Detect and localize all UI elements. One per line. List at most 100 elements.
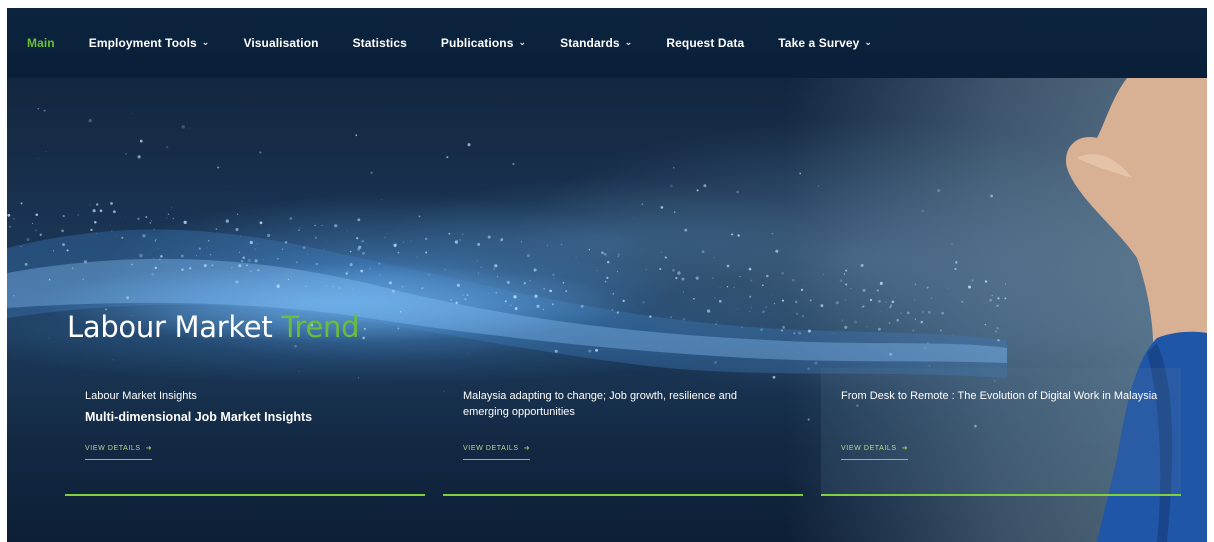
particle-dot: [26, 238, 30, 241]
particle-dot: [198, 247, 201, 250]
nav-item-visualisation[interactable]: Visualisation: [243, 36, 318, 50]
hero-title-accent: Trend: [281, 310, 360, 344]
nav-item-take-a-survey[interactable]: Take a Survey ⌄: [778, 36, 872, 50]
particle-dot: [254, 259, 258, 263]
particle-dot: [403, 241, 404, 243]
particle-dot: [378, 262, 381, 265]
particle-dot: [622, 299, 625, 302]
particle-dot: [477, 272, 479, 274]
particle-dot: [939, 329, 943, 332]
particle-dot: [357, 218, 361, 222]
nav-item-standards[interactable]: Standards ⌄: [560, 36, 632, 50]
particle-dot: [888, 322, 891, 324]
particle-dot: [616, 311, 620, 314]
particle-dot: [421, 287, 424, 290]
particle-dot: [906, 311, 910, 315]
feature-card[interactable]: Labour Market Insights Multi-dimensional…: [65, 368, 425, 496]
particle-dot: [818, 185, 820, 187]
particle-dot: [529, 279, 531, 282]
particle-dot: [369, 267, 371, 270]
particle-dot: [180, 244, 182, 245]
view-details-label: VIEW DETAILS: [463, 445, 519, 452]
particle-dot: [951, 321, 953, 323]
particle-dot: [294, 344, 297, 348]
particle-dot: [595, 348, 599, 352]
particle-dot: [751, 307, 753, 309]
particle-dot: [696, 189, 699, 192]
particle-dot: [48, 337, 50, 339]
particle-dot: [649, 315, 652, 318]
particle-dot: [209, 253, 212, 256]
particle-dot: [660, 251, 662, 253]
arrow-right-icon: ➜: [523, 445, 531, 452]
particle-dot: [845, 283, 848, 286]
particle-dot: [450, 299, 453, 301]
particle-dot: [149, 222, 151, 224]
feature-card[interactable]: From Desk to Remote : The Evolution of D…: [821, 368, 1181, 496]
particle-dot: [62, 215, 65, 218]
particle-dot: [151, 272, 155, 276]
particle-dot: [914, 299, 916, 301]
particle-dot: [235, 280, 239, 284]
particle-dot: [684, 228, 688, 232]
particle-dot: [153, 258, 154, 260]
particle-dot: [749, 295, 752, 298]
view-details-link[interactable]: VIEW DETAILS ➜: [463, 444, 531, 460]
particle-dot: [494, 264, 498, 268]
particle-dot: [841, 319, 844, 322]
particle-dot: [188, 267, 192, 270]
particle-dot: [920, 320, 923, 324]
particle-dot: [228, 186, 230, 187]
particle-dot: [493, 267, 496, 271]
particle-dot: [259, 151, 262, 154]
particle-dot: [714, 297, 716, 299]
nav-item-main[interactable]: Main: [27, 36, 55, 50]
particle-dot: [927, 342, 929, 344]
arrow-right-icon: ➜: [901, 445, 909, 452]
view-details-link[interactable]: VIEW DETAILS ➜: [841, 444, 909, 460]
particle-dot: [718, 299, 722, 303]
particle-dot: [337, 286, 342, 290]
particle-dot: [926, 286, 929, 289]
particle-dot: [801, 314, 805, 318]
nav-item-employment-tools[interactable]: Employment Tools ⌄: [89, 36, 210, 50]
particle-dot: [679, 271, 681, 273]
particle-dot: [89, 204, 91, 206]
particle-dot: [361, 251, 366, 255]
particle-dot: [866, 326, 868, 328]
particle-dot: [150, 220, 152, 222]
particle-dot: [468, 353, 470, 355]
particle-dot: [109, 224, 111, 226]
particle-dot: [949, 283, 951, 285]
particle-dot: [139, 254, 143, 258]
nav-item-request-data[interactable]: Request Data: [666, 36, 744, 50]
particle-dot: [207, 239, 210, 242]
particle-dot: [737, 234, 740, 237]
particle-dot: [416, 256, 418, 258]
particle-dot: [388, 281, 392, 285]
particle-dot: [159, 258, 161, 261]
particle-dot: [885, 301, 887, 303]
feature-card[interactable]: Malaysia adapting to change; Job growth,…: [443, 368, 803, 496]
nav-item-label: Employment Tools: [88, 36, 197, 50]
nav-item-statistics[interactable]: Statistics: [353, 36, 407, 50]
particle-dot: [534, 294, 538, 298]
particle-dot: [145, 216, 148, 218]
particle-dot: [741, 326, 743, 328]
view-details-link[interactable]: VIEW DETAILS ➜: [85, 444, 153, 460]
particle-dot: [13, 294, 15, 297]
particle-dot: [410, 240, 412, 242]
particle-dot: [35, 213, 39, 216]
particle-dot: [761, 284, 764, 287]
particle-dot: [914, 283, 917, 286]
particle-dot: [546, 244, 548, 246]
particle-dot: [862, 306, 864, 308]
particle-dot: [693, 298, 695, 300]
particle-dot: [843, 273, 846, 275]
chevron-down-icon: ⌄: [518, 36, 527, 47]
particle-dot: [596, 269, 598, 271]
particle-dot: [614, 317, 616, 319]
nav-item-publications[interactable]: Publications ⌄: [441, 36, 526, 50]
particle-dot: [281, 248, 284, 250]
particle-dot: [951, 243, 953, 245]
